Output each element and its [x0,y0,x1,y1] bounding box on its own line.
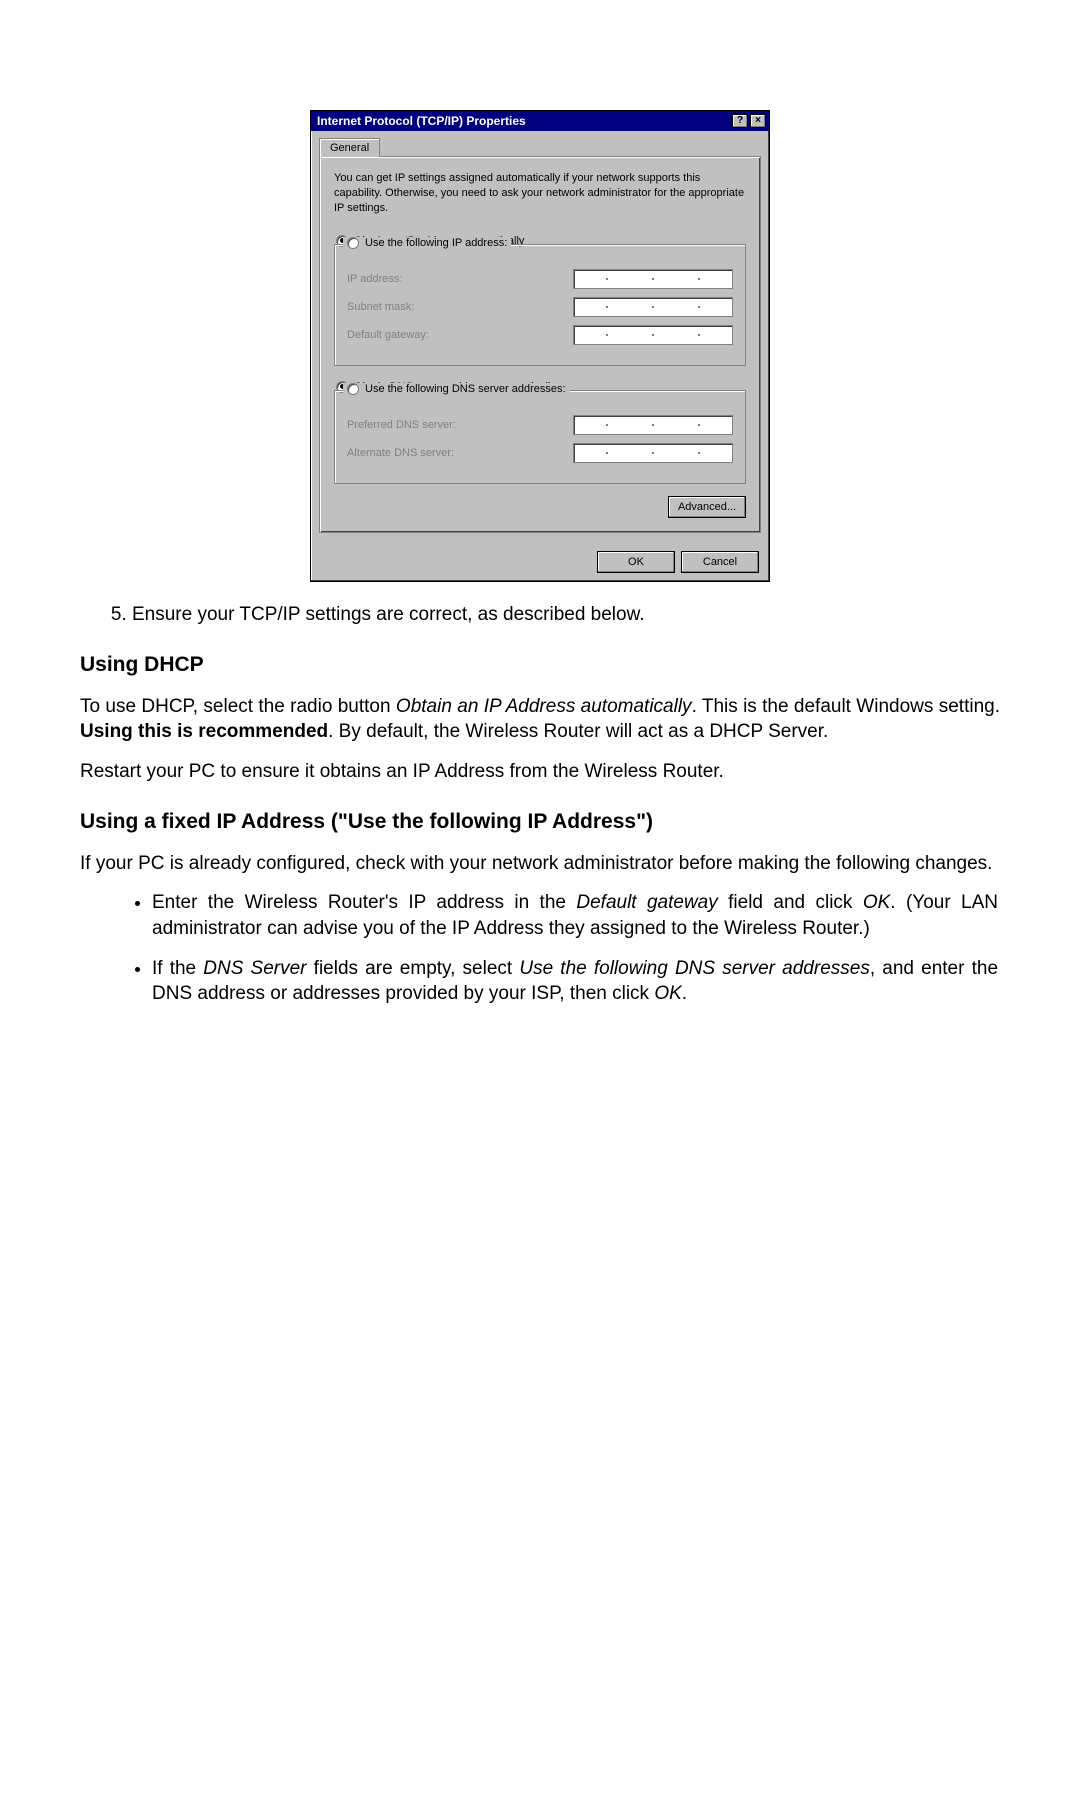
label-default-gateway: Default gateway: [347,329,429,341]
text: . This is the default Windows setting. [692,696,1000,717]
text: . [682,983,687,1004]
dialog-actions: OK Cancel [311,543,769,581]
radio-label: Use the following DNS server addresses: [365,383,566,395]
group-manual-ip: Use the following IP address: IP address… [334,244,746,366]
ok-button[interactable]: OK [597,551,675,573]
dialog-body: General You can get IP settings assigned… [311,131,769,543]
step-5: Ensure your TCP/IP settings are correct,… [132,602,1000,628]
radio-icon [347,237,359,249]
paragraph-restart: Restart your PC to ensure it obtains an … [80,759,1000,785]
text: field and click [718,892,863,913]
text-italic: DNS Server [203,958,306,979]
input-alternate-dns[interactable] [573,443,733,463]
text-italic: OK [654,983,681,1004]
tab-strip: General [319,137,761,156]
group-manual-dns: Use the following DNS server addresses: … [334,390,746,484]
input-ip-address[interactable] [573,269,733,289]
tcpip-properties-dialog: Internet Protocol (TCP/IP) Properties ? … [310,110,770,582]
text: Enter the Wireless Router's IP address i… [152,892,576,913]
info-text: You can get IP settings assigned automat… [334,171,746,216]
titlebar: Internet Protocol (TCP/IP) Properties ? … [311,111,769,131]
bullet-default-gateway: Enter the Wireless Router's IP address i… [152,890,1000,941]
document-body: Ensure your TCP/IP settings are correct,… [80,602,1000,1007]
text-italic: OK [863,892,890,913]
radio-use-following-ip[interactable]: Use the following IP address: [343,237,511,249]
text-bold: Using this is recommended [80,721,328,742]
text: . By default, the Wireless Router will a… [328,721,828,742]
text-italic: Default gateway [576,892,717,913]
text: fields are empty, select [307,958,520,979]
paragraph-fixed-intro: If your PC is already configured, check … [80,851,1000,877]
cancel-button[interactable]: Cancel [681,551,759,573]
bullet-dns-server: If the DNS Server fields are empty, sele… [152,956,1000,1007]
radio-label: Use the following IP address: [365,237,507,249]
radio-use-following-dns[interactable]: Use the following DNS server addresses: [343,383,570,395]
heading-using-dhcp: Using DHCP [80,651,1000,679]
label-subnet-mask: Subnet mask: [347,301,414,313]
radio-icon [347,383,359,395]
help-icon[interactable]: ? [732,114,748,128]
label-ip-address: IP address: [347,273,402,285]
input-subnet-mask[interactable] [573,297,733,317]
label-alternate-dns: Alternate DNS server: [347,447,454,459]
text: To use DHCP, select the radio button [80,696,396,717]
input-preferred-dns[interactable] [573,415,733,435]
close-icon[interactable]: × [750,114,766,128]
heading-fixed-ip: Using a fixed IP Address ("Use the follo… [80,808,1000,836]
titlebar-text: Internet Protocol (TCP/IP) Properties [317,114,730,128]
text-italic: Use the following DNS server addresses [519,958,869,979]
tab-general[interactable]: General [319,138,380,157]
text: If the [152,958,203,979]
advanced-button[interactable]: Advanced... [668,496,746,518]
tab-panel-general: You can get IP settings assigned automat… [319,156,761,533]
paragraph-dhcp: To use DHCP, select the radio button Obt… [80,694,1000,745]
input-default-gateway[interactable] [573,325,733,345]
text-italic: Obtain an IP Address automatically [396,696,692,717]
label-preferred-dns: Preferred DNS server: [347,419,456,431]
